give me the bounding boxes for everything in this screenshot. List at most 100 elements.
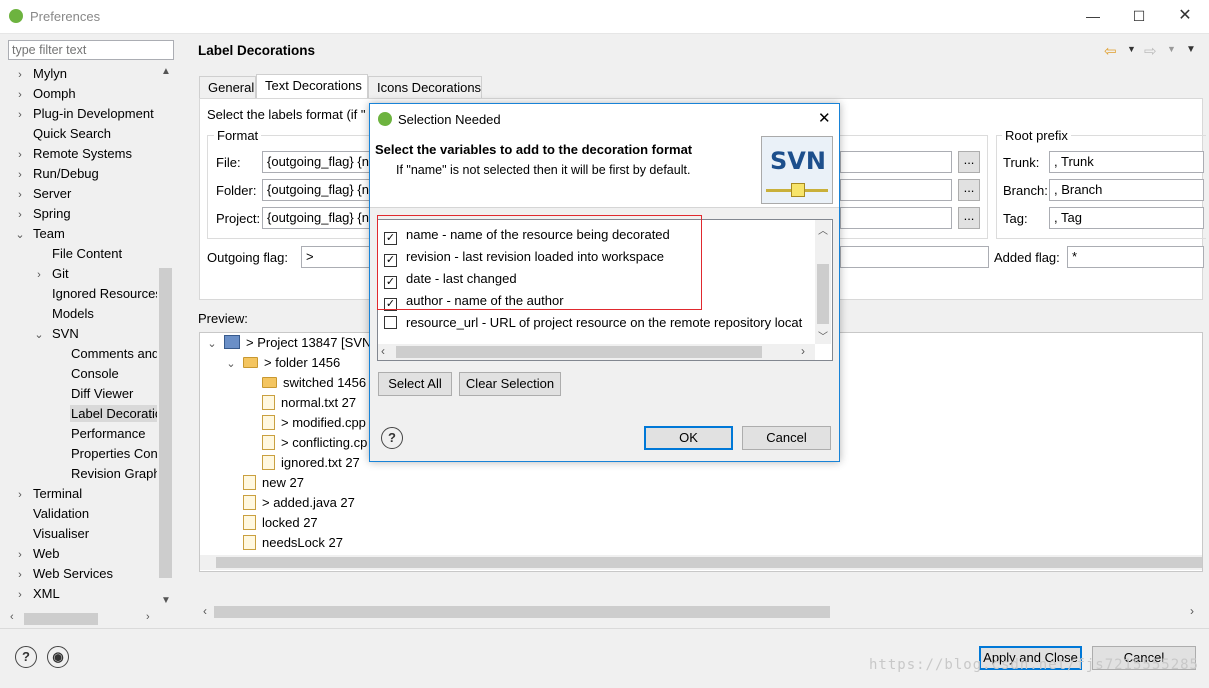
preview-item[interactable]: ⌄ > Project 13847 [SVN [206, 333, 371, 353]
tree-item[interactable]: › XML [14, 584, 61, 604]
scroll-up-icon[interactable]: ▲ [161, 66, 171, 77]
preview-item[interactable]: > modified.cpp [244, 413, 366, 433]
tag-field[interactable]: , Tag [1049, 207, 1204, 229]
variable-checkbox[interactable] [384, 316, 397, 329]
project-format-field-tail[interactable] [840, 207, 952, 229]
chevron-right-icon[interactable]: › [14, 165, 26, 185]
list-scroll-left-icon[interactable]: ‹ [381, 344, 385, 358]
scroll-right-icon[interactable]: › [146, 611, 150, 623]
tree-item[interactable]: › Server [14, 184, 72, 204]
dialog-help-icon[interactable]: ? [381, 427, 403, 449]
tree-item[interactable]: Comments and [52, 344, 160, 364]
maximize-icon[interactable]: ☐ [1116, 0, 1162, 32]
tree-item[interactable]: Visualiser [14, 524, 90, 544]
chevron-right-icon[interactable]: › [14, 205, 26, 225]
dialog-cancel-button[interactable]: Cancel [742, 426, 831, 450]
tree-item[interactable]: › Plug-in Development [14, 104, 155, 124]
tree-item[interactable]: › Mylyn [14, 64, 68, 84]
project-format-field[interactable]: {outgoing_flag} {n [262, 207, 372, 229]
ok-button[interactable]: OK [644, 426, 733, 450]
tree-item[interactable]: › Web [14, 544, 61, 564]
page-scroll-left-icon[interactable]: ‹ [203, 604, 207, 618]
tree-item[interactable]: › Web Services [14, 564, 114, 584]
import-export-icon[interactable]: ◉ [47, 646, 69, 668]
tree-item[interactable]: ⌄ SVN [33, 324, 80, 344]
added-flag-field[interactable]: * [1067, 246, 1204, 268]
preview-item[interactable]: > added.java 27 [225, 493, 355, 513]
list-scroll-right-icon[interactable]: › [801, 344, 805, 358]
outgoing-flag-field-tail[interactable] [840, 246, 989, 268]
dialog-close-icon[interactable]: ✕ [818, 109, 831, 127]
tree-item[interactable]: Performance [52, 424, 146, 444]
tree-item[interactable]: Revision Graph [52, 464, 162, 484]
preview-hscroll-thumb[interactable] [216, 557, 1202, 568]
tree-item[interactable]: Validation [14, 504, 90, 524]
tab-text-decorations[interactable]: Text Decorations [256, 74, 368, 98]
preview-item[interactable]: new 27 [225, 473, 304, 493]
tab-icons-decorations[interactable]: Icons Decorations [368, 76, 482, 98]
tree-item[interactable]: Ignored Resources [33, 284, 163, 304]
variable-item[interactable]: resource_url - URL of project resource o… [384, 312, 802, 334]
tree-scroll-thumb[interactable] [159, 268, 172, 578]
tree-item[interactable]: File Content [33, 244, 123, 264]
scroll-down-icon[interactable]: ▼ [161, 595, 171, 606]
folder-format-field-tail[interactable] [840, 179, 952, 201]
preview-item[interactable]: ignored.txt 27 [244, 453, 360, 473]
minimize-icon[interactable]: — [1070, 0, 1116, 32]
list-scroll-down-icon[interactable]: ﹀ [818, 328, 828, 343]
chevron-right-icon[interactable]: › [14, 65, 26, 85]
tree-item[interactable]: › Terminal [14, 484, 83, 504]
chevron-right-icon[interactable]: › [33, 265, 45, 285]
preview-item[interactable]: switched 1456 [244, 373, 366, 393]
branch-field[interactable]: , Branch [1049, 179, 1204, 201]
preview-item[interactable]: locked 27 [225, 513, 318, 533]
tree-item[interactable]: Quick Search [14, 124, 112, 144]
trunk-field[interactable]: , Trunk [1049, 151, 1204, 173]
chevron-right-icon[interactable]: › [14, 485, 26, 505]
chevron-down-icon[interactable]: ⌄ [225, 354, 237, 374]
tree-item[interactable]: › Remote Systems [14, 144, 133, 164]
page-hscroll-thumb[interactable] [214, 606, 830, 618]
back-dropdown-icon[interactable]: ▼ [1127, 44, 1136, 54]
list-hscroll-thumb[interactable] [396, 346, 762, 358]
tree-item[interactable]: Console [52, 364, 120, 384]
tab-general[interactable]: General [199, 76, 256, 98]
chevron-down-icon[interactable]: ⌄ [206, 334, 218, 354]
filter-input[interactable] [8, 40, 174, 60]
forward-dropdown-icon[interactable]: ▼ [1167, 44, 1176, 54]
select-all-button[interactable]: Select All [378, 372, 452, 396]
chevron-down-icon[interactable]: ⌄ [33, 325, 45, 345]
tree-item[interactable]: › Spring [14, 204, 72, 224]
forward-arrow-icon[interactable]: ⇨ [1144, 42, 1157, 60]
chevron-down-icon[interactable]: ⌄ [14, 225, 26, 245]
file-variables-button[interactable]: ... [958, 151, 980, 173]
folder-variables-button[interactable]: ... [958, 179, 980, 201]
tree-item[interactable]: › Run/Debug [14, 164, 100, 184]
help-icon[interactable]: ? [15, 646, 37, 668]
chevron-right-icon[interactable]: › [14, 565, 26, 585]
chevron-right-icon[interactable]: › [14, 185, 26, 205]
chevron-right-icon[interactable]: › [14, 85, 26, 105]
tree-item[interactable]: › Oomph [14, 84, 77, 104]
tree-item[interactable]: ⌄ Team [14, 224, 66, 244]
preview-item[interactable]: ⌄ > folder 1456 [225, 353, 340, 373]
tree-item[interactable]: Models [33, 304, 95, 324]
back-arrow-icon[interactable]: ⇦ [1104, 42, 1117, 60]
chevron-right-icon[interactable]: › [14, 145, 26, 165]
preview-item[interactable]: normal.txt 27 [244, 393, 356, 413]
outgoing-flag-field[interactable]: > [301, 246, 371, 268]
tree-item[interactable]: › Git [33, 264, 70, 284]
folder-format-field[interactable]: {outgoing_flag} {n [262, 179, 372, 201]
file-format-field-tail[interactable] [840, 151, 952, 173]
chevron-right-icon[interactable]: › [14, 105, 26, 125]
tree-hscroll-thumb[interactable] [24, 613, 98, 625]
page-scroll-right-icon[interactable]: › [1190, 604, 1194, 618]
preview-item[interactable]: > conflicting.cp [244, 433, 367, 453]
chevron-right-icon[interactable]: › [14, 585, 26, 605]
file-format-field[interactable]: {outgoing_flag} {n [262, 151, 372, 173]
preview-item[interactable]: needsLock 27 [225, 533, 343, 553]
project-variables-button[interactable]: ... [958, 207, 980, 229]
chevron-right-icon[interactable]: › [14, 545, 26, 565]
clear-selection-button[interactable]: Clear Selection [459, 372, 561, 396]
close-icon[interactable]: ✕ [1162, 0, 1208, 32]
